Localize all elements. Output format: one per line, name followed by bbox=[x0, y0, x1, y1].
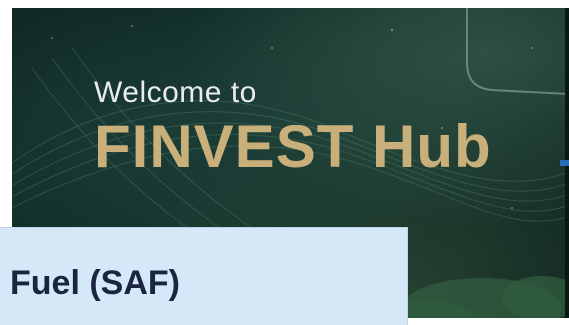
page: Welcome to FINVEST Hub Fuel (SAF) bbox=[0, 0, 569, 325]
accent-dash bbox=[560, 160, 569, 166]
bottom-strip bbox=[408, 318, 569, 325]
brand-title: FINVEST Hub bbox=[94, 113, 492, 180]
caption-panel: Fuel (SAF) bbox=[0, 227, 408, 325]
caption-text: Fuel (SAF) bbox=[10, 264, 180, 302]
welcome-heading: Welcome to bbox=[94, 76, 257, 109]
